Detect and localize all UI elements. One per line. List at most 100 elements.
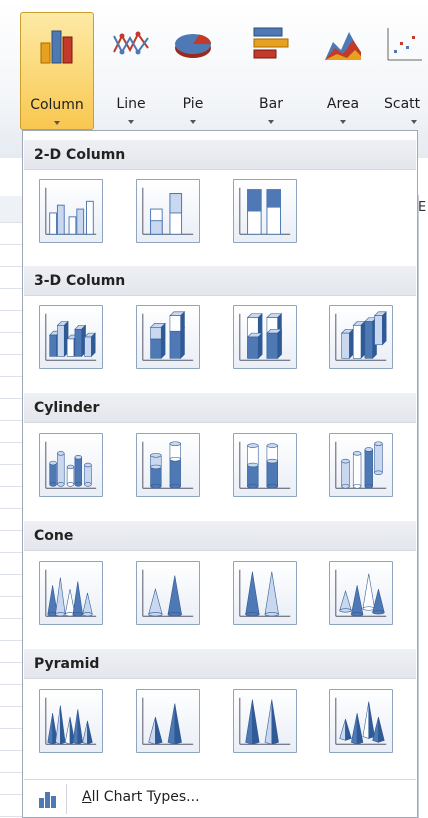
sheet-gridline (0, 596, 22, 597)
sheet-gridline (0, 750, 22, 751)
area-chart-icon (325, 32, 361, 60)
cylinder-stacked-column-tile[interactable] (136, 433, 200, 497)
sheet-gridline (0, 310, 22, 311)
accelerator-key: A (82, 789, 92, 805)
cone-clustered-column-tile[interactable] (39, 561, 103, 625)
pie-chart-icon (175, 34, 212, 58)
section-3d-column: 3-D Column (24, 266, 416, 296)
footer-separator (66, 784, 67, 814)
chevron-down-icon (411, 120, 417, 124)
2d-column-chart-icon (142, 187, 194, 235)
all-chart-types-text: ll Chart Types... (91, 789, 200, 805)
column-chart-label: Column (30, 97, 84, 113)
cone-column-chart-icon (335, 569, 387, 617)
3d-column-chart-icon (142, 311, 194, 361)
pie-chart-button[interactable]: Pie (156, 12, 230, 130)
cylinder-column-chart-icon (335, 441, 387, 489)
column-chart-button[interactable]: Column (20, 12, 94, 130)
sheet-gridline (0, 376, 22, 377)
3d-column-chart-icon (335, 311, 387, 361)
column-header-e: E (418, 200, 427, 215)
pyramid-column-chart-icon (142, 697, 194, 745)
2d-stacked-100-column-tile[interactable] (233, 179, 297, 243)
pie-chart-label: Pie (182, 96, 204, 112)
bar-chart-button[interactable]: Bar (234, 12, 308, 130)
chevron-down-icon (190, 120, 196, 124)
sheet-gridline (0, 486, 22, 487)
cylinder-stacked-100-column-tile[interactable] (233, 433, 297, 497)
sheet-gridline (0, 574, 22, 575)
column-chart-icon (39, 792, 56, 808)
cone-stacked-column-tile[interactable] (136, 561, 200, 625)
pyramid-column-chart-icon (335, 697, 387, 745)
sheet-gridline (0, 684, 22, 685)
chevron-down-icon (340, 120, 346, 124)
section-pyramid: Pyramid (24, 649, 416, 679)
bar-chart-icon (253, 27, 289, 59)
line-chart-icon (113, 31, 149, 55)
cylinder-column-chart-icon (239, 441, 291, 489)
sheet-gridline (0, 266, 22, 267)
scatter-chart-icon (387, 28, 422, 61)
sheet-gridline (0, 772, 22, 773)
3d-stacked-column-tile[interactable] (136, 305, 200, 369)
cylinder-column-chart-icon (45, 441, 97, 489)
pyramid-clustered-column-tile[interactable] (39, 689, 103, 753)
cylinder-clustered-column-tile[interactable] (39, 433, 103, 497)
all-chart-types-label: All Chart Types... (82, 789, 200, 805)
area-chart-label: Area (326, 96, 360, 112)
cone-stacked-100-column-tile[interactable] (233, 561, 297, 625)
sheet-gridline (0, 706, 22, 707)
sheet-gridline (0, 442, 22, 443)
3d-clustered-column-tile[interactable] (39, 305, 103, 369)
area-chart-button[interactable]: Area (306, 12, 380, 130)
sheet-gridline (0, 508, 22, 509)
cylinder-3d-column-tile[interactable] (329, 433, 393, 497)
chevron-down-icon (54, 121, 60, 125)
sheet-gridline (0, 816, 22, 817)
scatter-chart-label: Scatt (384, 96, 421, 112)
2d-column-chart-icon (45, 187, 97, 235)
3d-column-chart-icon (45, 313, 97, 361)
sheet-gridline (0, 332, 22, 333)
sheet-gridline (0, 618, 22, 619)
sheet-gridline (0, 728, 22, 729)
pyramid-3d-column-tile[interactable] (329, 689, 393, 753)
3d-column-chart-icon (239, 313, 291, 361)
bar-chart-label: Bar (259, 96, 283, 112)
column-chart-gallery: 2-D Column 3-D Column Cylinder Cone Pyra… (22, 130, 418, 818)
sheet-gridline (0, 222, 22, 223)
row-header-corner (0, 196, 22, 223)
sheet-gridline (0, 640, 22, 641)
3d-3d-column-tile[interactable] (329, 305, 393, 369)
sheet-gridline (0, 244, 22, 245)
cone-column-chart-icon (239, 569, 291, 617)
sheet-gridline (0, 530, 22, 531)
cone-column-chart-icon (142, 569, 194, 617)
sheet-gridline (0, 398, 22, 399)
sheet-gridline (0, 354, 22, 355)
sheet-gridline (0, 794, 22, 795)
column-chart-icon (40, 30, 73, 64)
cylinder-column-chart-icon (142, 441, 194, 489)
scatter-chart-button[interactable]: Scatt (378, 12, 428, 130)
2d-column-chart-icon (239, 187, 291, 235)
2d-stacked-column-tile[interactable] (136, 179, 200, 243)
2d-clustered-column-tile[interactable] (39, 179, 103, 243)
all-chart-types-menu-item[interactable]: All Chart Types... (24, 779, 416, 818)
section-cylinder: Cylinder (24, 393, 416, 423)
pyramid-column-chart-icon (239, 697, 291, 745)
pyramid-stacked-100-column-tile[interactable] (233, 689, 297, 753)
3d-stacked-100-column-tile[interactable] (233, 305, 297, 369)
chevron-down-icon (268, 120, 274, 124)
cone-3d-column-tile[interactable] (329, 561, 393, 625)
cone-column-chart-icon (45, 569, 97, 617)
sheet-gridline (0, 288, 22, 289)
pyramid-stacked-column-tile[interactable] (136, 689, 200, 753)
section-2d-column: 2-D Column (24, 140, 416, 170)
pyramid-column-chart-icon (45, 697, 97, 745)
chevron-down-icon (128, 120, 134, 124)
sheet-gridline (0, 464, 22, 465)
sheet-gridline (0, 552, 22, 553)
sheet-edge (418, 195, 428, 818)
